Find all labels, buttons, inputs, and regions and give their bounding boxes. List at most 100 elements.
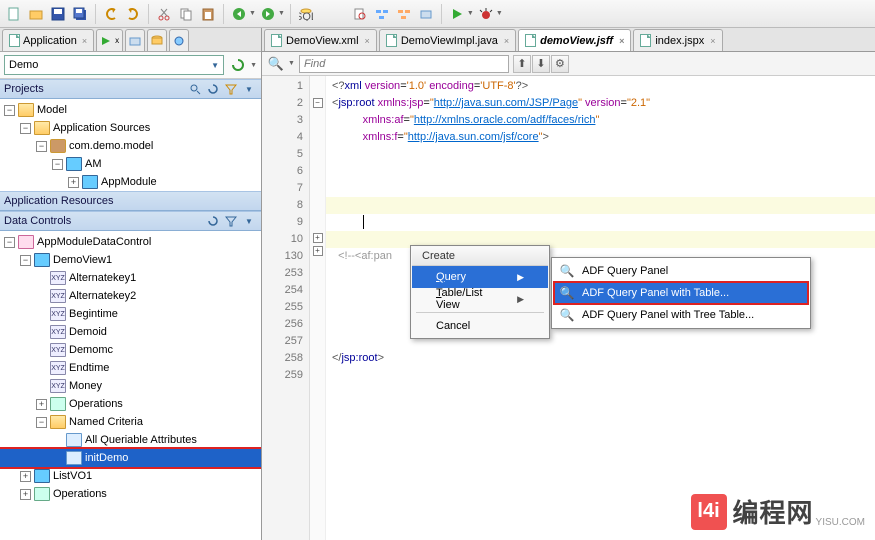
tab-run[interactable]: x <box>96 29 123 51</box>
run-dropdown[interactable]: ▼ <box>467 10 474 17</box>
expander-icon[interactable]: − <box>20 123 31 134</box>
forward-icon[interactable] <box>258 4 278 24</box>
tree-node[interactable]: +AppModule <box>0 173 261 191</box>
tree-node[interactable]: −AppModuleDataControl <box>0 233 261 251</box>
panel-menu-dropdown[interactable]: ▼ <box>241 213 257 229</box>
code-line[interactable] <box>332 367 875 384</box>
tree-node[interactable]: −Named Criteria <box>0 413 261 431</box>
submenu-item[interactable]: 🔍ADF Query Panel with Tree Table... <box>554 304 808 326</box>
editor-tab[interactable]: index.jspx× <box>633 29 722 51</box>
run-icon[interactable] <box>447 4 467 24</box>
context-menu-item[interactable]: Query▶ <box>412 266 548 288</box>
code-line[interactable]: </jsp:root> <box>332 350 875 367</box>
fold-toggle[interactable]: + <box>313 233 323 243</box>
context-menu-item[interactable]: Cancel <box>412 315 548 337</box>
editor-tab[interactable]: DemoView.xml× <box>264 29 377 51</box>
tree-node[interactable]: XYZDemomc <box>0 341 261 359</box>
tab-pkg[interactable] <box>125 29 145 51</box>
code-line[interactable]: xmlns:af="http://xmlns.oracle.com/adf/fa… <box>332 112 875 129</box>
open-icon[interactable] <box>26 4 46 24</box>
tree-node[interactable]: All Queriable Attributes <box>0 431 261 449</box>
tree-node[interactable]: −AM <box>0 155 261 173</box>
back-dropdown[interactable]: ▼ <box>249 10 256 17</box>
binoculars-icon[interactable]: 🔍 <box>266 54 286 74</box>
code-line[interactable]: <?xml version='1.0' encoding='UTF-8'?> <box>332 78 875 95</box>
code-line[interactable] <box>332 214 875 231</box>
expander-icon[interactable]: − <box>4 237 15 248</box>
tree-node[interactable]: +Operations <box>0 395 261 413</box>
expander-icon[interactable]: + <box>20 489 31 500</box>
refresh-panel-icon[interactable] <box>205 213 221 229</box>
sql-icon[interactable]: SQL <box>296 4 316 24</box>
tree-node[interactable]: −com.demo.model <box>0 137 261 155</box>
expander-icon[interactable]: − <box>36 417 47 428</box>
debug-dropdown[interactable]: ▼ <box>496 10 503 17</box>
tree-node[interactable]: XYZBegintime <box>0 305 261 323</box>
new-icon[interactable] <box>4 4 24 24</box>
tree-node[interactable]: −Application Sources <box>0 119 261 137</box>
copy-icon[interactable] <box>176 4 196 24</box>
undo-icon[interactable] <box>101 4 121 24</box>
query-submenu[interactable]: 🔍ADF Query Panel🔍ADF Query Panel with Ta… <box>551 257 811 329</box>
bookmark-icon[interactable] <box>416 4 436 24</box>
forward-dropdown[interactable]: ▼ <box>278 10 285 17</box>
tree-node[interactable]: +Operations <box>0 485 261 503</box>
tab-db[interactable] <box>147 29 167 51</box>
paste-icon[interactable] <box>198 4 218 24</box>
project-selector[interactable]: Demo ▼ <box>4 55 224 75</box>
find-options-button[interactable]: ⚙ <box>551 55 569 73</box>
close-icon[interactable]: × <box>619 36 624 46</box>
tree-node[interactable]: −Model <box>0 101 261 119</box>
highlight-icon[interactable] <box>394 4 414 24</box>
close-icon[interactable]: × <box>365 36 370 46</box>
find-in-files-icon[interactable] <box>350 4 370 24</box>
expander-icon[interactable]: + <box>68 177 79 188</box>
app-resources-header[interactable]: Application Resources <box>0 191 261 211</box>
close-icon[interactable]: × <box>710 36 715 46</box>
editor-tab[interactable]: DemoViewImpl.java× <box>379 29 516 51</box>
code-line[interactable] <box>332 163 875 180</box>
submenu-item[interactable]: 🔍ADF Query Panel with Table... <box>554 282 808 304</box>
find-prev-button[interactable]: ⬆ <box>513 55 531 73</box>
refresh-icon[interactable] <box>228 55 248 75</box>
tree-node[interactable]: −DemoView1 <box>0 251 261 269</box>
save-all-icon[interactable] <box>70 4 90 24</box>
projects-header[interactable]: Projects ▼ <box>0 79 261 99</box>
back-icon[interactable] <box>229 4 249 24</box>
tab-svc[interactable] <box>169 29 189 51</box>
editor-tab[interactable]: demoView.jsff× <box>518 29 631 51</box>
projects-tree[interactable]: −Model−Application Sources−com.demo.mode… <box>0 99 261 191</box>
filter-panel-icon[interactable] <box>223 213 239 229</box>
submenu-item[interactable]: 🔍ADF Query Panel <box>554 260 808 282</box>
context-menu[interactable]: Create Query▶Table/List View▶Cancel <box>410 245 550 339</box>
code-line[interactable]: xmlns:f="http://java.sun.com/jsf/core"> <box>332 129 875 146</box>
find-dropdown[interactable]: ▼ <box>288 60 295 67</box>
fold-toggle[interactable]: + <box>313 246 323 256</box>
code-line[interactable] <box>332 180 875 197</box>
filter-panel-icon[interactable] <box>223 81 239 97</box>
find-usages-icon[interactable] <box>372 4 392 24</box>
expander-icon[interactable]: + <box>36 399 47 410</box>
data-controls-header[interactable]: Data Controls ▼ <box>0 211 261 231</box>
find-next-button[interactable]: ⬇ <box>532 55 550 73</box>
expander-icon[interactable]: − <box>52 159 63 170</box>
expander-icon[interactable]: − <box>20 255 31 266</box>
expander-icon[interactable]: + <box>20 471 31 482</box>
fold-column[interactable]: −++ <box>310 76 326 540</box>
save-icon[interactable] <box>48 4 68 24</box>
context-menu-item[interactable]: Table/List View▶ <box>412 288 548 310</box>
tab-application[interactable]: Application× <box>2 29 94 51</box>
data-controls-tree[interactable]: −AppModuleDataControl−DemoView1 XYZAltern… <box>0 231 261 540</box>
tree-node[interactable]: XYZEndtime <box>0 359 261 377</box>
find-panel-icon[interactable] <box>187 81 203 97</box>
tree-node[interactable]: +ListVO1 <box>0 467 261 485</box>
expander-icon[interactable]: − <box>4 105 15 116</box>
debug-icon[interactable] <box>476 4 496 24</box>
refresh-panel-icon[interactable] <box>205 81 221 97</box>
find-input[interactable] <box>299 55 509 73</box>
tree-node[interactable]: XYZAlternatekey2 <box>0 287 261 305</box>
cut-icon[interactable] <box>154 4 174 24</box>
code-line[interactable] <box>332 146 875 163</box>
close-icon[interactable]: × <box>82 36 87 46</box>
tree-node[interactable]: XYZDemoid <box>0 323 261 341</box>
